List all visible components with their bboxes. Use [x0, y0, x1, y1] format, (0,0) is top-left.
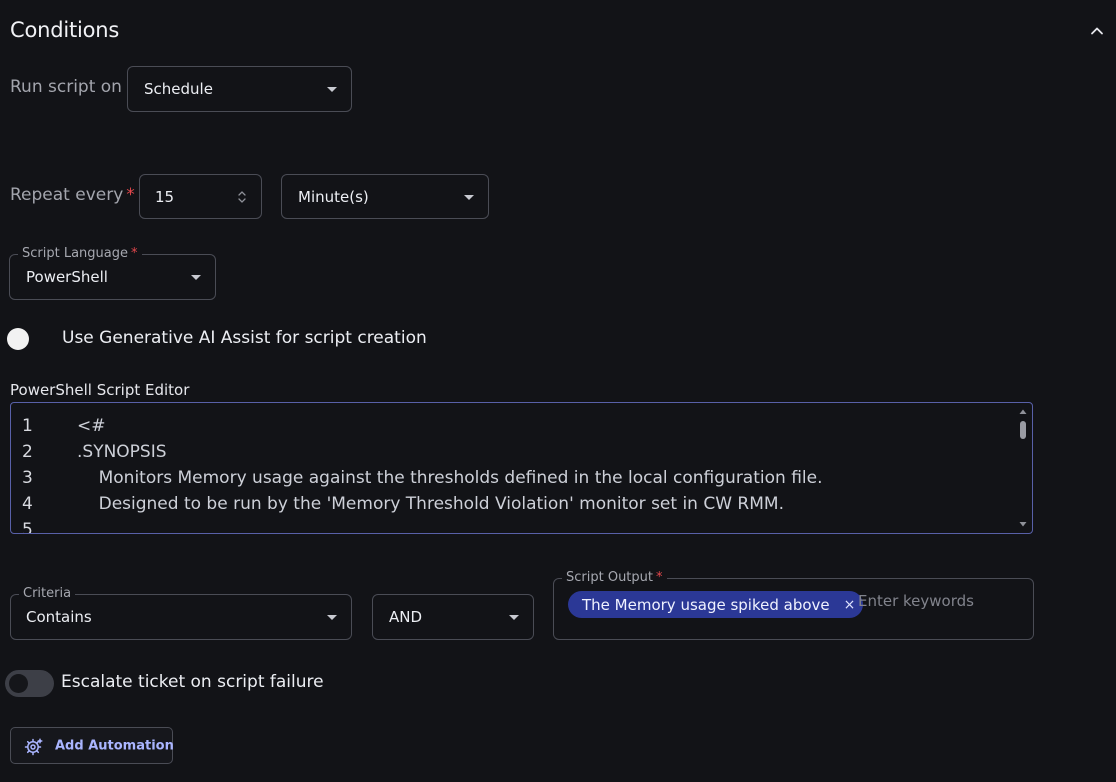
- escalate-label: Escalate ticket on script failure: [61, 672, 324, 692]
- script-language-value: PowerShell: [26, 268, 108, 286]
- add-automation-button[interactable]: Add Automation: [10, 727, 174, 764]
- run-script-on-select[interactable]: Schedule: [127, 66, 352, 112]
- repeat-interval-value: 15: [155, 187, 175, 206]
- run-script-on-value: Schedule: [144, 80, 213, 98]
- code-line: 2 .SYNOPSIS: [11, 439, 1011, 465]
- automation-gear-icon: [24, 737, 44, 757]
- toggle-knob: [9, 674, 28, 693]
- editor-label: PowerShell Script Editor: [10, 381, 190, 399]
- stepper-icon[interactable]: [237, 189, 247, 205]
- criteria-label: Criteria: [19, 586, 76, 602]
- code-line: 4 Designed to be run by the 'Memory Thre…: [11, 491, 1011, 517]
- code-text: .SYNOPSIS: [77, 442, 167, 462]
- code-text: Designed to be run by the 'Memory Thresh…: [77, 494, 784, 514]
- repeat-unit-value: Minute(s): [298, 187, 369, 206]
- line-number: 5: [22, 520, 33, 534]
- chevron-up-icon[interactable]: [1088, 22, 1106, 40]
- line-number: 4: [22, 494, 33, 514]
- line-number: 2: [22, 442, 33, 462]
- code-text: <#: [77, 416, 106, 436]
- line-number: 3: [22, 468, 33, 488]
- code-text: Monitors Memory usage against the thresh…: [77, 468, 823, 488]
- chevron-down-icon: [509, 615, 519, 620]
- section-title: Conditions: [10, 18, 120, 42]
- criteria-value: Contains: [26, 608, 92, 626]
- script-language-label: Script Language *: [18, 246, 142, 262]
- add-automation-label: Add Automation: [55, 738, 174, 753]
- keyword-chip-text: The Memory usage spiked above: [582, 595, 830, 614]
- keyword-chip: The Memory usage spiked above ×: [568, 591, 864, 618]
- script-output-label: Script Output *: [562, 570, 667, 586]
- editor-scrollbar[interactable]: [1016, 405, 1030, 531]
- chevron-down-icon: [327, 87, 337, 92]
- ai-assist-label: Use Generative AI Assist for script crea…: [62, 328, 427, 348]
- conditions-panel: Conditions Run script on Schedule Repeat…: [0, 0, 1116, 782]
- chevron-down-icon: [191, 275, 201, 280]
- repeat-every-label: Repeat every *: [10, 185, 135, 205]
- ai-assist-toggle[interactable]: [7, 328, 29, 350]
- chevron-down-icon: [464, 194, 474, 200]
- script-language-select[interactable]: Script Language * PowerShell: [9, 246, 216, 300]
- script-editor[interactable]: 1 <# 2 .SYNOPSIS 3 Monitors Memory usage…: [10, 402, 1033, 534]
- code-line: 3 Monitors Memory usage against the thre…: [11, 465, 1011, 491]
- script-output-field[interactable]: Script Output * The Memory usage spiked a…: [553, 570, 1034, 640]
- keywords-input[interactable]: [858, 589, 1018, 613]
- escalate-toggle[interactable]: [5, 670, 54, 697]
- line-number: 1: [22, 416, 33, 436]
- required-marker: *: [126, 185, 135, 205]
- chevron-down-icon: [327, 615, 337, 620]
- criteria-select[interactable]: Criteria Contains: [10, 586, 352, 640]
- repeat-unit-select[interactable]: Minute(s): [281, 174, 489, 219]
- close-icon[interactable]: ×: [844, 598, 856, 612]
- criteria-operator-value: AND: [389, 608, 423, 626]
- code-line: 1 <#: [11, 413, 1011, 439]
- code-line: 5: [11, 517, 1011, 534]
- criteria-operator-select[interactable]: AND: [372, 594, 534, 640]
- run-script-on-label: Run script on: [10, 77, 122, 97]
- repeat-interval-input[interactable]: 15: [139, 174, 262, 219]
